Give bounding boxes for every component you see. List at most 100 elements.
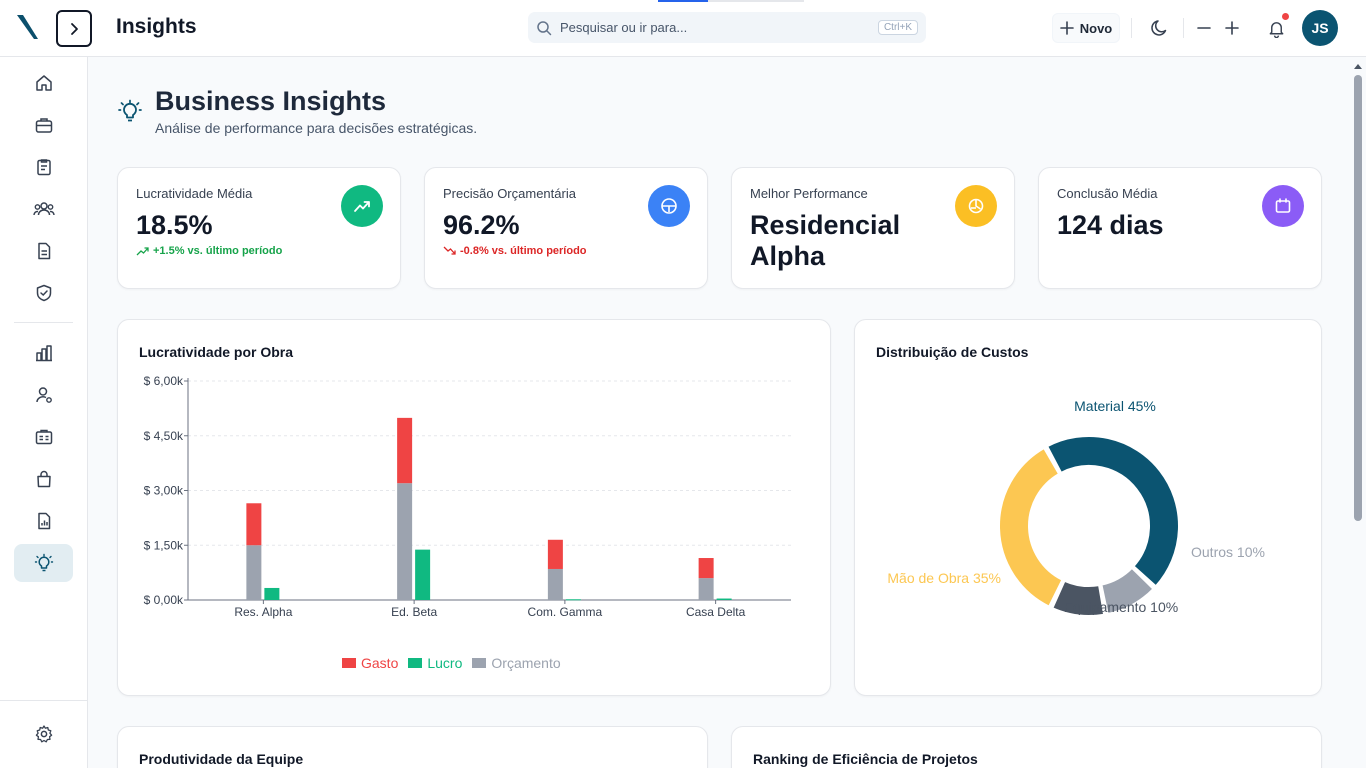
profit-bar-chart: $ 0,00k $ 1,50k $ 3,00k $ 4,50k $ 6,00k Res. … (144, 374, 791, 619)
new-button[interactable]: Novo (1052, 13, 1120, 43)
top-bar: Insights Ctrl+K Novo (0, 0, 1366, 57)
zoom-in-button[interactable] (1220, 16, 1244, 40)
user-avatar[interactable]: JS (1302, 10, 1338, 46)
legend-item[interactable]: Lucro (408, 655, 462, 671)
kpi-card-best-performance: Melhor Performance Residencial Alpha (731, 167, 1015, 289)
theme-toggle-button[interactable] (1148, 16, 1172, 40)
scroll-up-arrow-icon[interactable] (1354, 62, 1362, 70)
sidebar-item-tasks[interactable] (14, 148, 73, 186)
kpi-value: 96.2% (443, 210, 520, 240)
bar-gasto[interactable] (698, 558, 714, 579)
bar-gasto[interactable] (397, 417, 413, 484)
donut-slice[interactable] (998, 446, 1064, 608)
page-subtitle: Análise de performance para decisões est… (155, 120, 478, 136)
new-button-label: Novo (1079, 20, 1113, 36)
x-tick-label: Casa Delta (686, 605, 746, 619)
shield-check-icon (36, 284, 51, 302)
cost-donut-chart: Material 45% Outros 10% Equipamento 10% Mão… (887, 398, 1265, 617)
bar-lucro[interactable] (415, 549, 431, 600)
clipboard-icon (36, 159, 51, 176)
legend-label: Gasto (361, 655, 399, 671)
calendar-icon (1275, 198, 1291, 213)
sidebar-item-security[interactable] (14, 274, 73, 312)
notification-badge (1282, 13, 1289, 20)
search-icon (537, 20, 552, 35)
profit-by-project-card: Lucratividade por Obra $ 0,00k $ 1,50k $ 3… (117, 319, 831, 696)
moon-icon (1151, 20, 1167, 36)
sidebar-item-team[interactable] (14, 190, 73, 228)
sidebar-item-documents[interactable] (14, 232, 73, 270)
sidebar-item-financial-reports[interactable] (14, 502, 73, 540)
sidebar-item-purchases[interactable] (14, 460, 73, 498)
global-search[interactable]: Ctrl+K (528, 12, 926, 43)
bar-gasto[interactable] (547, 539, 563, 569)
sidebar-item-clients[interactable] (14, 376, 73, 414)
card-title: Ranking de Eficiência de Projetos (753, 751, 978, 767)
trending-up-icon (136, 247, 149, 256)
sidebar (0, 57, 88, 768)
scrollbar-thumb[interactable] (1354, 75, 1362, 521)
top-progress-track (708, 0, 804, 2)
kpi-value: 18.5% (136, 210, 213, 240)
target-icon (661, 198, 677, 214)
app-logo[interactable] (14, 12, 42, 42)
lightbulb-icon (118, 99, 142, 122)
briefcase-icon (35, 118, 52, 133)
document-icon (37, 242, 50, 260)
id-card-icon (35, 429, 52, 445)
project-efficiency-ranking-card: Ranking de Eficiência de Projetos (731, 726, 1322, 768)
sidebar-item-home[interactable] (14, 64, 73, 102)
donut-slice-label: Material 45% (1074, 398, 1156, 414)
y-tick-label: $ 0,00k (144, 593, 184, 607)
search-input[interactable] (560, 20, 878, 35)
x-tick-label: Res. Alpha (234, 605, 292, 619)
legend-swatch (408, 658, 423, 668)
sidebar-toggle-button[interactable] (56, 10, 92, 47)
gear-icon (35, 725, 52, 743)
divider (1183, 18, 1184, 38)
kpi-value: 124 dias (1057, 210, 1164, 240)
legend-swatch (472, 658, 487, 668)
top-progress-indicator (658, 0, 708, 2)
bar-orcamento[interactable] (698, 578, 714, 600)
donut-slice-label: Outros 10% (1191, 544, 1265, 560)
home-icon (35, 75, 52, 91)
plus-icon (1059, 21, 1074, 35)
bar-lucro[interactable] (565, 599, 581, 601)
sidebar-item-contracts[interactable] (14, 418, 73, 456)
kpi-icon-badge (648, 185, 690, 227)
sidebar-item-reports[interactable] (14, 334, 73, 372)
legend-item[interactable]: Gasto (342, 655, 398, 671)
file-chart-icon (37, 512, 50, 530)
x-tick-label: Com. Gamma (528, 605, 603, 619)
sidebar-item-insights[interactable] (14, 544, 73, 582)
kpi-card-avg-completion: Conclusão Média 124 dias (1038, 167, 1322, 289)
sidebar-item-projects[interactable] (14, 106, 73, 144)
donut-slice-label: Mão de Obra 35% (887, 570, 1001, 586)
bar-gasto[interactable] (246, 503, 262, 546)
shopping-bag-icon (36, 470, 51, 488)
bar-orcamento[interactable] (397, 483, 413, 600)
bar-lucro[interactable] (264, 587, 280, 600)
kpi-label: Lucratividade Média (136, 186, 253, 201)
legend-item[interactable]: Orçamento (472, 655, 561, 671)
zoom-out-button[interactable] (1192, 16, 1216, 40)
legend-label: Lucro (427, 655, 463, 671)
kpi-value-line1: Residencial (750, 210, 901, 240)
bar-lucro[interactable] (716, 598, 732, 600)
bar-orcamento[interactable] (547, 568, 563, 600)
sidebar-item-settings[interactable] (14, 715, 73, 753)
cost-distribution-card: Distribuição de Custos Material 45% Outro… (854, 319, 1322, 696)
card-title: Produtividade da Equipe (139, 751, 304, 767)
donut-slice[interactable] (1045, 435, 1180, 588)
kpi-label: Precisão Orçamentária (443, 186, 576, 201)
trending-down-icon (443, 246, 456, 255)
bell-icon (1269, 21, 1283, 38)
sidebar-divider (14, 322, 73, 323)
kpi-card-profitability: Lucratividade Média 18.5% +1.5% vs. últi… (117, 167, 401, 289)
sidebar-bottom-divider (0, 700, 88, 701)
kpi-label: Conclusão Média (1057, 186, 1158, 201)
bar-orcamento[interactable] (246, 545, 262, 600)
kpi-trend: -0.8% vs. último período (443, 245, 587, 257)
pie-chart-icon (968, 198, 984, 214)
